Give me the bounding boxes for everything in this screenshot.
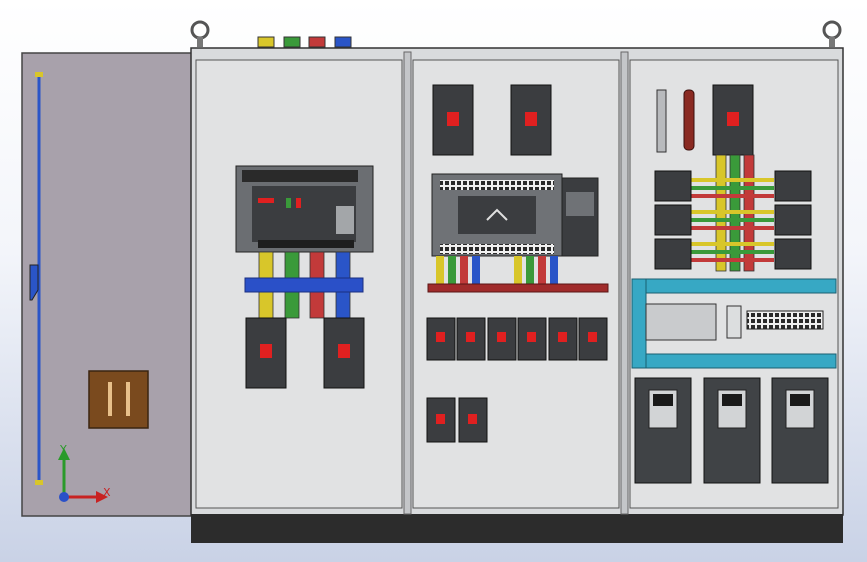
middle-top-breaker-1 [432,84,474,156]
plc-controller [431,173,599,257]
vfd-drive-1 [634,377,692,484]
lifting-eye-right [822,20,842,47]
horizontal-busbar-blue [244,277,364,293]
y-axis-label: Y [59,443,67,456]
electrical-cabinet-drawing: Y X [21,20,844,543]
plinth [191,514,843,543]
left-mccb-2 [323,317,365,389]
terminal-strip-vertical [656,89,667,153]
section-divider-2 [620,51,629,515]
middle-top-breaker-2 [510,84,552,156]
terminal-block-rail [746,310,824,330]
main-air-circuit-breaker [235,165,374,253]
top-terminal-caps [257,36,352,48]
copper-ground-bar [683,89,695,151]
z-axis-dot [59,492,69,502]
relay-module [726,305,742,339]
right-top-breaker [712,84,754,156]
horizontal-busbar-red [427,283,609,293]
cabinet-door-open [21,52,193,517]
lifting-eye-left [190,20,210,47]
vfd-drive-2 [703,377,761,484]
vfd-drive-3 [771,377,829,484]
door-handle-block [88,370,149,429]
left-mccb-1 [245,317,287,389]
x-axis-label: X [103,486,111,499]
small-plc-module [645,303,717,341]
section-divider-1 [403,51,412,515]
